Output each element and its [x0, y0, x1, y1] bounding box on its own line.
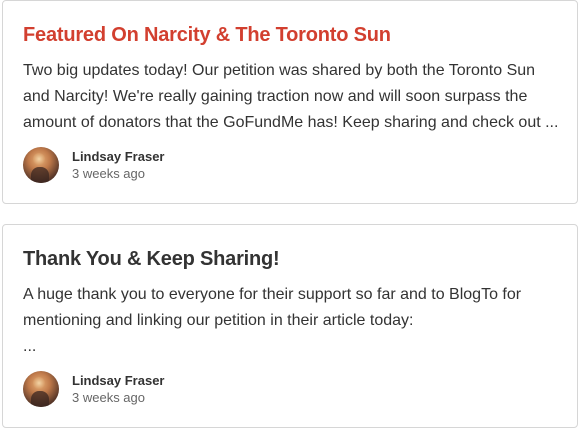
- author-name: Lindsay Fraser: [72, 372, 165, 388]
- author-meta: Lindsay Fraser 3 weeks ago: [72, 148, 165, 183]
- update-card[interactable]: Featured On Narcity & The Toronto Sun Tw…: [2, 0, 578, 204]
- update-excerpt: Two big updates today! Our petition was …: [23, 58, 557, 136]
- update-timestamp: 3 weeks ago: [72, 389, 145, 405]
- excerpt-line: A huge thank you to everyone for their s…: [23, 286, 522, 303]
- petition-updates-feed: Featured On Narcity & The Toronto Sun Tw…: [0, 0, 583, 430]
- update-title[interactable]: Thank You & Keep Sharing!: [23, 245, 557, 273]
- avatar: [23, 147, 59, 183]
- excerpt-line: ...: [23, 338, 37, 355]
- update-author: Lindsay Fraser 3 weeks ago: [23, 147, 165, 183]
- excerpt-line: and Narcity! We're really gaining tracti…: [23, 88, 528, 105]
- update-title[interactable]: Featured On Narcity & The Toronto Sun: [23, 21, 557, 49]
- excerpt-line: mentioning and linking our petition in t…: [23, 312, 414, 329]
- excerpt-line: amount of donators that the GoFundMe has…: [23, 114, 557, 131]
- excerpt-line: Two big updates today! Our petition was …: [23, 62, 536, 79]
- update-author: Lindsay Fraser 3 weeks ago: [23, 371, 165, 407]
- update-excerpt: A huge thank you to everyone for their s…: [23, 282, 557, 360]
- update-timestamp: 3 weeks ago: [72, 165, 145, 181]
- author-meta: Lindsay Fraser 3 weeks ago: [72, 372, 165, 407]
- update-card[interactable]: Thank You & Keep Sharing! A huge thank y…: [2, 224, 578, 428]
- avatar: [23, 371, 59, 407]
- author-name: Lindsay Fraser: [72, 148, 165, 164]
